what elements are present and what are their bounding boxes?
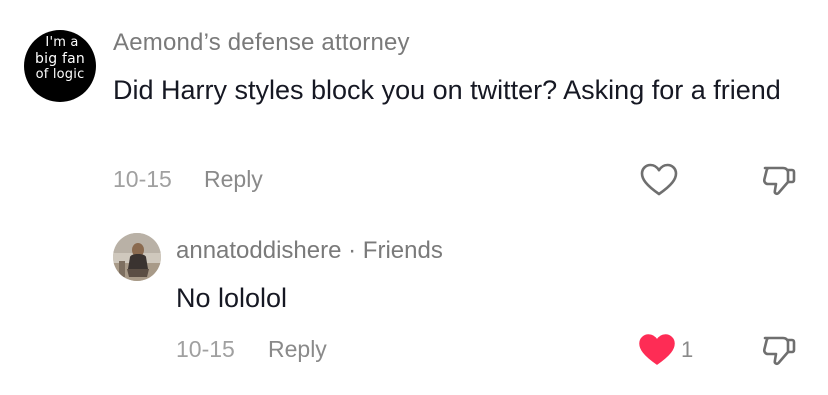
heart-outline-icon[interactable] [640,163,678,197]
reply-date: 10-15 [176,336,235,362]
comment-date: 10-15 [113,166,172,192]
heart-filled-icon[interactable] [638,333,676,367]
comment-username[interactable]: Aemond’s defense attorney [113,29,410,57]
profile-photo [113,233,161,281]
thumbs-down-icon[interactable] [759,330,799,370]
like-count: 1 [681,337,694,362]
avatar-text-line: I'm a [45,35,79,50]
reply-text: No lololol [176,283,288,313]
thumbs-down-icon[interactable] [759,160,799,200]
avatar-text-line: of logic [35,67,85,82]
commenter-avatar[interactable]: I'm a big fan of logic [24,30,96,102]
reply-avatar[interactable] [113,233,161,281]
reply-button[interactable]: Reply [204,166,263,193]
comment-text: Did Harry styles block you on twitter? A… [113,75,781,105]
reply-username[interactable]: annatoddishere · Friends [176,237,443,265]
avatar-text-line: big fan [35,51,85,67]
reply-button[interactable]: Reply [268,336,327,363]
